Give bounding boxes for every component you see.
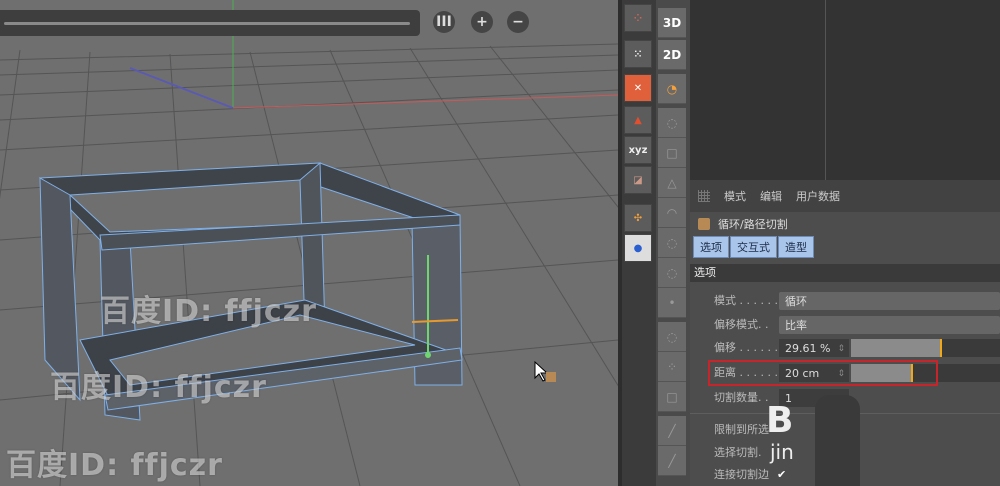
object-title-text: 循环/路径切割 [718, 218, 788, 231]
mouse-cursor-icon [534, 360, 549, 382]
primitive-tool-icon[interactable]: ◌ [658, 258, 686, 288]
grip-icon [698, 190, 710, 202]
offset-mode-dropdown[interactable]: 比率 [779, 316, 1000, 334]
connect-edges-checkbox[interactable]: ✔ [777, 465, 786, 485]
tab-options[interactable]: 选项 [693, 236, 729, 258]
axis-xyz-icon[interactable]: xyz [624, 136, 652, 164]
watermark: 百度ID: ffjczr [50, 370, 267, 405]
label: 偏移 . . . . . . [714, 341, 778, 354]
menu-userdata[interactable]: 用户数据 [796, 188, 840, 204]
primitive-tool-icon[interactable]: ◠ [658, 198, 686, 228]
overlay-text: jin [770, 440, 794, 464]
watermark: 百度ID: ffjczr [6, 448, 223, 483]
overlay-text: B [766, 400, 794, 441]
section-options: 选项 [690, 264, 1000, 282]
primitive-tool-icon[interactable]: ⁘ [658, 352, 686, 382]
timeline-slider[interactable] [0, 10, 420, 36]
row-mode: 模式 . . . . . . 循环 [690, 291, 1000, 311]
primitive-tool-icon[interactable]: • [658, 288, 686, 318]
2d-mode-button[interactable]: 2D [658, 40, 686, 70]
offset-slider[interactable] [851, 339, 1000, 357]
primitive-tool-icon[interactable]: ◌ [658, 322, 686, 352]
polygon-points-icon[interactable]: ⁘ [624, 4, 652, 32]
tabs: 选项 交互式 造型 [690, 236, 1000, 258]
tab-modeling[interactable]: 造型 [778, 236, 814, 258]
x-axis [232, 94, 618, 109]
minus-button[interactable]: − [507, 11, 529, 33]
stepper-icon[interactable]: ⇕ [837, 339, 845, 359]
tool-palette-right: 3D 2D ◔ ◌ □ △ ◠ ◌ ◌ • ◌ ⁘ □ ╱ ╱ [656, 0, 690, 486]
3d-viewport[interactable]: III + − 百度ID: ffjczr 百度ID: ffjczr 百度ID: … [0, 0, 618, 486]
spline-tool-icon[interactable]: ╱ [658, 446, 686, 476]
cube-icon [698, 218, 710, 230]
menu-edit[interactable]: 编辑 [760, 188, 782, 204]
watermark: 百度ID: ffjczr [100, 294, 317, 329]
label: 切割数量. . [714, 391, 769, 404]
z-axis [129, 67, 234, 109]
triangle-tools-icon[interactable]: ▲ [624, 106, 652, 134]
primitive-tool-icon[interactable]: □ [658, 138, 686, 168]
offset-value: 29.61 % [785, 342, 831, 355]
points-icon[interactable]: ⁙ [624, 40, 652, 68]
plus-button[interactable]: + [471, 11, 493, 33]
hand-overlay [815, 395, 860, 486]
label: 模式 . . . . . . [714, 294, 778, 307]
mode-dropdown[interactable]: 循环 [779, 292, 1000, 310]
offset-input[interactable]: 29.61 % ⇕ [779, 339, 849, 357]
move-points-icon[interactable]: ◪ [624, 166, 652, 194]
label: 连接切割边 [714, 468, 769, 481]
label: 偏移模式. . [714, 318, 769, 331]
primitive-tool-icon[interactable]: ◌ [658, 228, 686, 258]
scene [0, 0, 618, 486]
selected-point [425, 352, 431, 358]
tool-palette-left: ⁘ ⁙ ✕ ▲ xyz ◪ ✣ ● [618, 0, 656, 486]
object-manager[interactable] [690, 0, 1000, 180]
rotate-icon[interactable]: ◔ [658, 74, 686, 104]
object-title: 循环/路径切割 [690, 212, 1000, 236]
snap-icon[interactable]: ✣ [624, 204, 652, 232]
tab-interactive[interactable]: 交互式 [730, 236, 777, 258]
label: 限制到所选 [714, 423, 769, 436]
3d-mode-button[interactable]: 3D [658, 8, 686, 38]
spline-tool-icon[interactable]: ╱ [658, 416, 686, 446]
highlight-box [708, 360, 938, 386]
primitive-tool-icon[interactable]: □ [658, 382, 686, 412]
pause-button[interactable]: III [433, 11, 455, 33]
cube-cursor-icon [546, 372, 556, 382]
row-offset: 偏移 . . . . . . 29.61 % ⇕ [690, 338, 1000, 358]
spheres-drop-icon[interactable]: ● [624, 234, 652, 262]
attr-menubar: 模式 编辑 用户数据 [690, 180, 1000, 212]
row-offset-mode: 偏移模式. . 比率 [690, 315, 1000, 335]
primitive-tool-icon[interactable]: △ [658, 168, 686, 198]
slider-track[interactable] [4, 22, 410, 25]
menu-mode[interactable]: 模式 [724, 188, 746, 204]
convert-icon[interactable]: ✕ [624, 74, 652, 102]
label: 选择切割. [714, 446, 762, 459]
primitive-tool-icon[interactable]: ◌ [658, 108, 686, 138]
